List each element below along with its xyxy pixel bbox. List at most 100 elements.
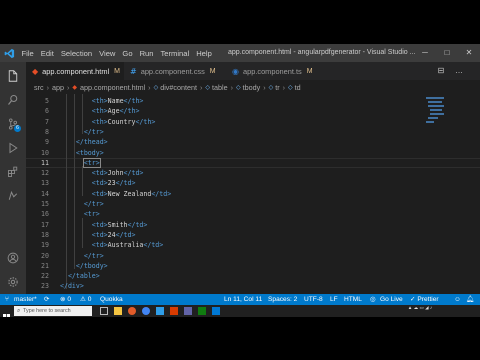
feedback-icon[interactable]: ☺ (454, 294, 461, 305)
end-of-line[interactable]: LF (330, 294, 338, 305)
taskbar-search-input[interactable]: Type here to search (14, 306, 92, 316)
breadcrumb-item[interactable]: div#content (160, 83, 197, 92)
tab-app-component-ts[interactable]: ◉ app.component.ts M (226, 62, 328, 80)
code-line[interactable]: <tbody> (60, 148, 104, 158)
code-line[interactable]: </tr> (60, 127, 104, 137)
app-taskbar-icon[interactable] (212, 307, 220, 315)
system-tray-icons[interactable]: ▲ ☁ ▭ ◢ ♪ (400, 305, 440, 317)
windows-start-icon[interactable] (3, 308, 10, 317)
source-control-icon[interactable]: 6 (0, 112, 26, 136)
split-editor-icon[interactable]: ⊟ (434, 62, 448, 80)
html-tag: </td> (123, 169, 144, 178)
code-editor[interactable]: 5 6 7 8 9 10 11 12 13 14 15 16 17 18 19 20 21 22 23 <th>Na… (26, 94, 480, 294)
html-tag: </tr> (83, 251, 104, 260)
line-number: 5 (45, 97, 49, 105)
code-line[interactable]: </tr> (60, 251, 104, 261)
code-line[interactable]: <tr> (60, 157, 101, 168)
account-icon[interactable] (0, 246, 26, 270)
close-button[interactable]: ✕ (460, 44, 478, 62)
code-line[interactable]: <th>Age</th> (60, 106, 140, 116)
breadcrumb-item[interactable]: td (295, 83, 301, 92)
code-line[interactable]: <td>Smith</td> (60, 220, 148, 230)
menu-view[interactable]: View (96, 49, 119, 58)
ts-icon: ◉ (232, 66, 239, 76)
code-line[interactable]: <td>John</td> (60, 168, 144, 178)
code-line[interactable]: <tr> (60, 209, 100, 219)
indentation[interactable]: Spaces: 2 (268, 294, 297, 305)
line-number: 10 (41, 148, 49, 157)
remote-explorer-icon[interactable] (0, 184, 26, 208)
code-line[interactable]: <td>23</td> (60, 178, 136, 188)
breadcrumb-item[interactable]: app.component.html (80, 83, 145, 92)
breadcrumb-item[interactable]: src (34, 83, 44, 92)
quokka-status[interactable]: Quokka (100, 294, 123, 305)
file-explorer-icon[interactable] (114, 307, 122, 315)
html-tag: <th> (91, 117, 108, 126)
sync-icon[interactable]: ⟳ (44, 294, 50, 305)
firefox-icon[interactable] (128, 307, 136, 315)
extensions-icon[interactable] (0, 160, 26, 184)
prettier-status[interactable]: ✓ Prettier (410, 294, 439, 305)
run-debug-icon[interactable] (0, 136, 26, 160)
tab-app-component-css[interactable]: # app.component.css M (124, 62, 226, 80)
minimap-line (428, 105, 444, 107)
app-taskbar-icon[interactable] (184, 307, 192, 315)
code-line[interactable]: </tbody> (60, 261, 108, 271)
breadcrumb-item[interactable]: tbody (243, 83, 261, 92)
code-text: Age (107, 107, 120, 116)
explorer-icon[interactable] (0, 64, 26, 88)
code-line[interactable]: </div> (60, 281, 84, 291)
notifications-icon[interactable]: 🔔︎ (466, 294, 474, 305)
language-mode[interactable]: HTML (344, 294, 362, 305)
menu-terminal[interactable]: Terminal (157, 49, 193, 58)
menu-help[interactable]: Help (193, 49, 216, 58)
git-branch[interactable]: master* (14, 294, 37, 305)
code-line[interactable]: <td>24</td> (60, 230, 136, 240)
code-line[interactable]: <td>Australia</td> (60, 240, 163, 250)
clock[interactable] (444, 305, 474, 317)
breadcrumb-item[interactable]: tr (275, 83, 279, 92)
breadcrumb-item[interactable]: table (212, 83, 228, 92)
minimap-line (430, 109, 442, 111)
code-line[interactable]: </thead> (60, 137, 108, 147)
minimize-button[interactable]: ─ (416, 44, 434, 62)
tab-label: app.component.html (42, 66, 110, 76)
app-taskbar-icon[interactable] (170, 307, 178, 315)
code-line[interactable]: </table> (60, 271, 100, 281)
minimap[interactable] (422, 94, 470, 134)
code-line[interactable]: <td>New Zealand</td> (60, 189, 171, 199)
vertical-scrollbar[interactable] (470, 94, 480, 294)
go-live-button[interactable]: Go Live (380, 294, 403, 305)
maximize-button[interactable]: □ (438, 44, 456, 62)
tab-app-component-html[interactable]: ◆ app.component.html M (26, 62, 124, 80)
menu-go[interactable]: Go (119, 49, 136, 58)
vscode-taskbar-icon[interactable] (156, 307, 164, 315)
breadcrumb-item[interactable]: app (52, 83, 64, 92)
code-line[interactable]: <th>Name</th> (60, 96, 144, 106)
code-line[interactable]: </tr> (60, 199, 104, 209)
chrome-icon[interactable] (142, 307, 150, 315)
minimap-line (428, 101, 442, 103)
menu-selection[interactable]: Selection (57, 49, 95, 58)
search-icon[interactable] (0, 88, 26, 112)
code-line[interactable]: <th>Country</th> (60, 117, 156, 127)
cursor-position[interactable]: Ln 11, Col 11 (224, 294, 262, 305)
menu-run[interactable]: Run (136, 49, 157, 58)
error-count[interactable]: ⊗ 0 (60, 294, 71, 305)
menu-edit[interactable]: Edit (37, 49, 57, 58)
app-taskbar-icon[interactable] (198, 307, 206, 315)
task-view-icon[interactable] (100, 307, 108, 315)
code-area[interactable]: <th>Name</th> <th>Age</th> <th>Country</… (60, 94, 440, 294)
minimap-line (430, 113, 444, 115)
tab-label: app.component.ts (242, 66, 302, 76)
settings-gear-icon[interactable] (0, 270, 26, 294)
menu-file[interactable]: File (18, 49, 37, 58)
encoding[interactable]: UTF-8 (304, 294, 323, 305)
warning-count[interactable]: ⚠ 0 (80, 294, 91, 305)
more-actions-icon[interactable]: … (452, 62, 466, 80)
